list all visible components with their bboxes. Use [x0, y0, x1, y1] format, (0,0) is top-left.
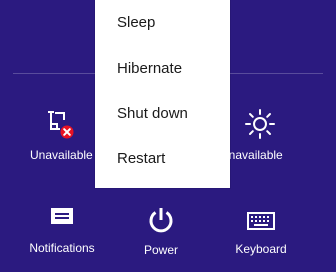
menu-item-shut-down[interactable]: Shut down — [117, 105, 188, 123]
keyboard-tile-label: Keyboard — [235, 242, 287, 256]
power-tile[interactable]: Power — [111, 206, 211, 257]
network-tile-label: Unavailable — [30, 148, 93, 162]
keyboard-icon — [247, 212, 275, 230]
menu-item-restart[interactable]: Restart — [117, 150, 165, 168]
network-unavailable-icon — [38, 108, 78, 140]
notifications-tile-label: Notifications — [29, 241, 95, 255]
notifications-tile[interactable]: Notifications — [12, 208, 112, 255]
settings-panel: Unavailable Unavailable Notifications Po… — [0, 0, 336, 272]
power-menu: Sleep Hibernate Shut down Restart — [95, 0, 230, 188]
menu-item-hibernate[interactable]: Hibernate — [117, 60, 182, 78]
network-tile[interactable]: Unavailable — [8, 108, 108, 162]
keyboard-tile[interactable]: Keyboard — [211, 212, 311, 256]
menu-item-sleep[interactable]: Sleep — [117, 14, 155, 32]
power-tile-label: Power — [143, 243, 178, 257]
power-icon — [147, 206, 175, 236]
notifications-icon — [51, 208, 73, 226]
brightness-icon — [244, 108, 276, 140]
